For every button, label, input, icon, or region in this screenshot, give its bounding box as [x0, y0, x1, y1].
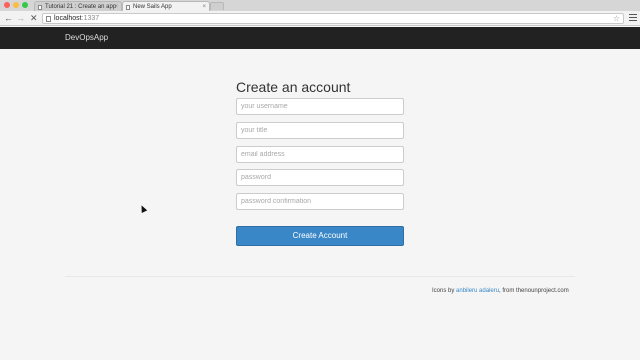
page-title: Create an account [236, 79, 351, 95]
app-brand[interactable]: DevOpsApp [65, 27, 108, 49]
address-bar[interactable]: localhost:1337 ☆ [42, 13, 624, 24]
footer-prefix: Icons by [432, 288, 457, 294]
tab-close-icon[interactable]: × [114, 2, 118, 11]
hamburger-menu-icon[interactable] [629, 14, 637, 23]
bookmark-star-icon[interactable]: ☆ [613, 14, 620, 24]
tab-close-icon[interactable]: × [202, 2, 206, 11]
browser-tab-bar: Tutorial 21 : Create an app × New Sails … [0, 0, 640, 11]
password-confirmation-input[interactable] [236, 193, 404, 210]
back-arrow-icon[interactable]: ← [4, 13, 13, 24]
url-text: localhost:1337 [54, 14, 99, 24]
close-window-icon[interactable] [4, 2, 10, 8]
new-tab-button[interactable] [210, 2, 224, 10]
url-port: :1337 [81, 15, 100, 22]
password-input[interactable] [236, 169, 404, 186]
mouse-pointer-icon [138, 204, 148, 213]
maximize-window-icon[interactable] [22, 2, 28, 8]
browser-toolbar: ← → ✕ localhost:1337 ☆ [0, 11, 640, 26]
browser-tab-sails-app[interactable]: New Sails App × [122, 1, 210, 11]
url-host: localhost [54, 15, 82, 22]
minimize-window-icon[interactable] [13, 2, 19, 8]
browser-tab-tutorial[interactable]: Tutorial 21 : Create an app × [34, 1, 122, 11]
title-input[interactable] [236, 122, 404, 139]
create-account-button[interactable]: Create Account [236, 226, 404, 246]
footer-credits: Icons by anbileru adaleru, from thenounp… [432, 288, 569, 294]
email-input[interactable] [236, 146, 404, 163]
tab-title: New Sails App [133, 4, 172, 10]
username-input[interactable] [236, 98, 404, 115]
page-favicon-icon [38, 5, 42, 10]
page-icon [46, 16, 51, 22]
page-favicon-icon [126, 5, 130, 10]
stop-loading-icon[interactable]: ✕ [30, 13, 38, 24]
tab-title: Tutorial 21 : Create an app [45, 4, 117, 10]
app-navbar: DevOpsApp [0, 27, 640, 49]
footer-suffix: , from thenounproject.com [499, 288, 569, 294]
divider [65, 276, 575, 277]
forward-arrow-icon[interactable]: → [16, 13, 25, 24]
icon-author-link[interactable]: anbileru adaleru [456, 288, 499, 294]
